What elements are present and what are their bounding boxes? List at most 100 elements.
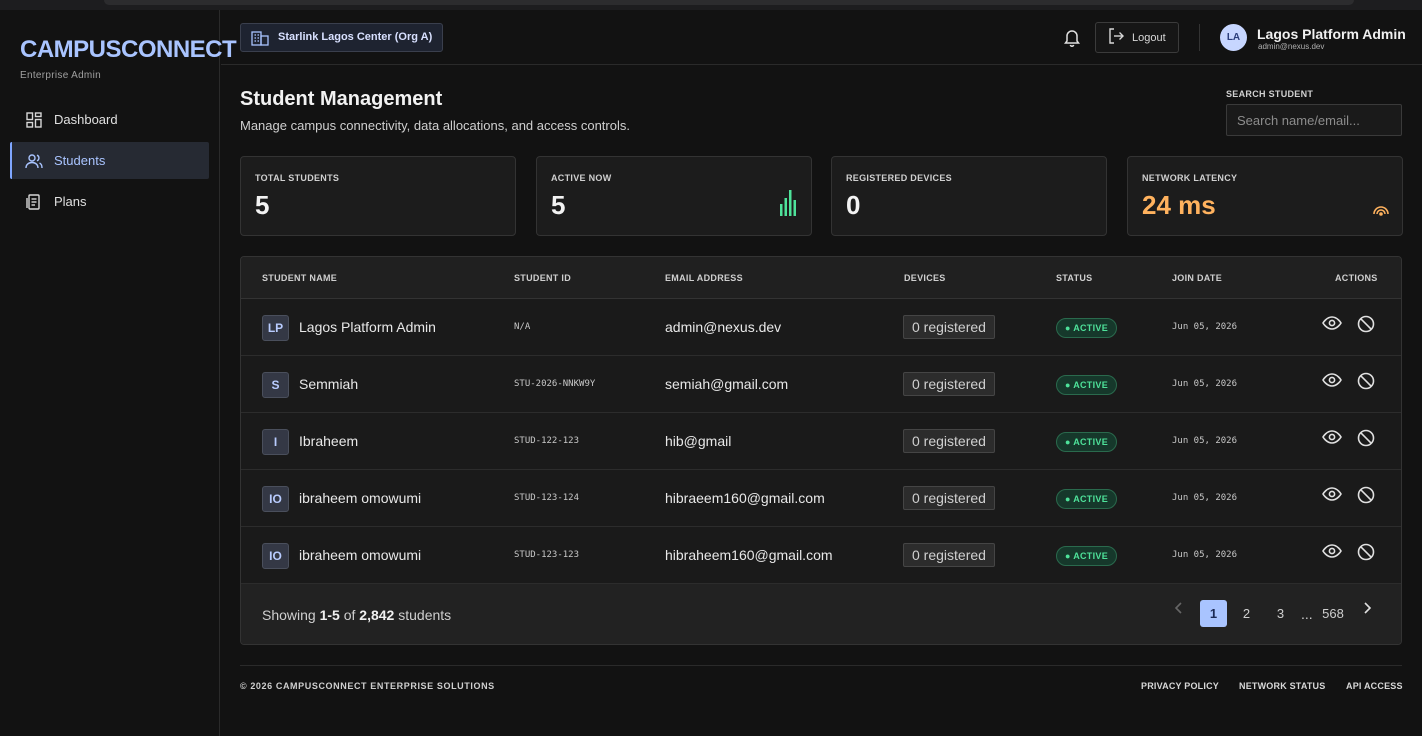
wifi-signal-icon: [1372, 200, 1390, 221]
student-id: STUD-122-123: [514, 436, 580, 446]
student-initials: IO: [262, 486, 289, 512]
student-name: Lagos Platform Admin: [299, 319, 436, 335]
student-id: STU-2026-NNKW9Y: [514, 379, 596, 389]
page-button-last[interactable]: 568: [1316, 600, 1350, 627]
student-name: Ibraheem: [299, 433, 359, 449]
student-name: Semmiah: [299, 376, 359, 392]
join-date: Jun 05, 2026: [1172, 379, 1238, 389]
stat-label: NETWORK LATENCY: [1142, 173, 1238, 183]
student-id: STUD-123-124: [514, 493, 580, 503]
join-date: Jun 05, 2026: [1172, 493, 1238, 503]
table-footer: Showing 1-5 of 2,842 students 1 2 3 ... …: [241, 584, 1401, 644]
eye-icon[interactable]: [1322, 316, 1342, 335]
user-name: Lagos Platform Admin: [1257, 26, 1406, 42]
search-input[interactable]: [1226, 104, 1402, 136]
pagination-ellipsis: ...: [1301, 606, 1313, 622]
building-icon: [251, 29, 269, 57]
table-row[interactable]: IO ibraheem omowumi STUD-123-123 hibrahe…: [241, 527, 1401, 584]
copyright: © 2026 CAMPUSCONNECT ENTERPRISE SOLUTION…: [240, 681, 495, 691]
sidebar-item-label: Dashboard: [54, 112, 118, 127]
logout-button[interactable]: Logout: [1095, 22, 1179, 53]
devices-badge: 0 registered: [903, 429, 995, 453]
table-row[interactable]: LP Lagos Platform Admin N/A admin@nexus.…: [241, 299, 1401, 356]
devices-badge: 0 registered: [903, 486, 995, 510]
footer-divider: [240, 665, 1402, 666]
student-id: STUD-123-123: [514, 550, 580, 560]
join-date: Jun 05, 2026: [1172, 322, 1238, 332]
stat-value: 0: [846, 190, 861, 220]
column-header-student-id[interactable]: STUDENT ID: [514, 273, 571, 283]
status-label: ACTIVE: [1073, 323, 1109, 333]
devices-badge: 0 registered: [903, 543, 995, 567]
chevron-right-icon[interactable]: [1362, 601, 1372, 617]
column-header-student-name[interactable]: STUDENT NAME: [262, 273, 337, 283]
student-email: hibraeem160@gmail.com: [665, 490, 825, 506]
stat-value: 24 ms: [1142, 190, 1216, 220]
status-badge: ● ACTIVE: [1056, 318, 1118, 338]
stat-card-total-students: TOTAL STUDENTS 5: [240, 156, 516, 236]
brand-subtitle: Enterprise Admin: [20, 70, 101, 81]
org-name: Starlink Lagos Center (Org A): [278, 31, 433, 43]
block-icon[interactable]: [1357, 429, 1375, 452]
sidebar-item-plans[interactable]: Plans: [10, 183, 209, 220]
page-button-2[interactable]: 2: [1233, 600, 1260, 627]
sidebar: CAMPUSCONNECT Enterprise Admin Dashboard…: [0, 10, 237, 736]
column-header-join-date[interactable]: JOIN DATE: [1172, 273, 1222, 283]
page-title: Student Management: [240, 88, 443, 110]
column-header-actions: ACTIONS: [1335, 273, 1378, 283]
eye-icon[interactable]: [1322, 487, 1342, 506]
stat-card-active-now: ACTIVE NOW 5: [536, 156, 812, 236]
search-label: SEARCH STUDENT: [1226, 89, 1314, 99]
block-icon[interactable]: [1357, 543, 1375, 566]
block-icon[interactable]: [1357, 372, 1375, 395]
stat-label: TOTAL STUDENTS: [255, 173, 340, 183]
stat-value: 5: [551, 190, 566, 220]
bell-icon[interactable]: [1063, 28, 1081, 52]
sidebar-item-label: Students: [54, 153, 106, 168]
grid-icon: [25, 111, 43, 129]
eye-icon[interactable]: [1322, 373, 1342, 392]
top-header: Starlink Lagos Center (Org A) Logout LA …: [221, 10, 1422, 65]
block-icon[interactable]: [1357, 315, 1375, 338]
privacy-policy-link[interactable]: PRIVACY POLICY: [1141, 681, 1219, 691]
join-date: Jun 05, 2026: [1172, 550, 1238, 560]
window-top-strip: [0, 0, 1422, 10]
users-icon: [25, 152, 43, 170]
header-divider: [1199, 24, 1200, 51]
page-subtitle: Manage campus connectivity, data allocat…: [240, 118, 630, 133]
block-icon[interactable]: [1357, 486, 1375, 509]
column-header-devices[interactable]: DEVICES: [904, 273, 946, 283]
status-badge: ● ACTIVE: [1056, 432, 1118, 452]
sidebar-item-dashboard[interactable]: Dashboard: [10, 101, 209, 138]
api-access-link[interactable]: API ACCESS: [1346, 681, 1403, 691]
student-name: ibraheem omowumi: [299, 490, 422, 506]
devices-badge: 0 registered: [903, 372, 995, 396]
column-header-status[interactable]: STATUS: [1056, 273, 1092, 283]
table-row[interactable]: IO ibraheem omowumi STUD-123-124 hibraee…: [241, 470, 1401, 527]
stat-card-network-latency: NETWORK LATENCY 24 ms: [1127, 156, 1403, 236]
status-label: ACTIVE: [1073, 494, 1109, 504]
column-header-email[interactable]: EMAIL ADDRESS: [665, 273, 743, 283]
document-icon: [25, 193, 43, 211]
student-initials: IO: [262, 543, 289, 569]
chevron-left-icon[interactable]: [1174, 601, 1184, 617]
logout-label: Logout: [1132, 31, 1166, 44]
student-id: N/A: [514, 322, 531, 332]
page-button-1[interactable]: 1: [1200, 600, 1227, 627]
table-row[interactable]: S Semmiah STU-2026-NNKW9Y semiah@gmail.c…: [241, 356, 1401, 413]
student-email: hibraheem160@gmail.com: [665, 547, 833, 563]
table-row[interactable]: I Ibraheem STUD-122-123 hib@gmail 0 regi…: [241, 413, 1401, 470]
sidebar-nav: Dashboard Students Plans: [10, 101, 209, 224]
network-status-link[interactable]: NETWORK STATUS: [1239, 681, 1325, 691]
page-button-3[interactable]: 3: [1267, 600, 1294, 627]
students-table: STUDENT NAME STUDENT ID EMAIL ADDRESS DE…: [240, 256, 1402, 645]
brand-logo[interactable]: CAMPUSCONNECT: [20, 36, 237, 64]
status-label: ACTIVE: [1073, 551, 1109, 561]
eye-icon[interactable]: [1322, 430, 1342, 449]
avatar[interactable]: LA: [1220, 24, 1247, 51]
status-badge: ● ACTIVE: [1056, 489, 1118, 509]
student-initials: I: [262, 429, 289, 455]
org-selector[interactable]: Starlink Lagos Center (Org A): [240, 23, 444, 52]
sidebar-item-students[interactable]: Students: [10, 142, 209, 179]
eye-icon[interactable]: [1322, 544, 1342, 563]
